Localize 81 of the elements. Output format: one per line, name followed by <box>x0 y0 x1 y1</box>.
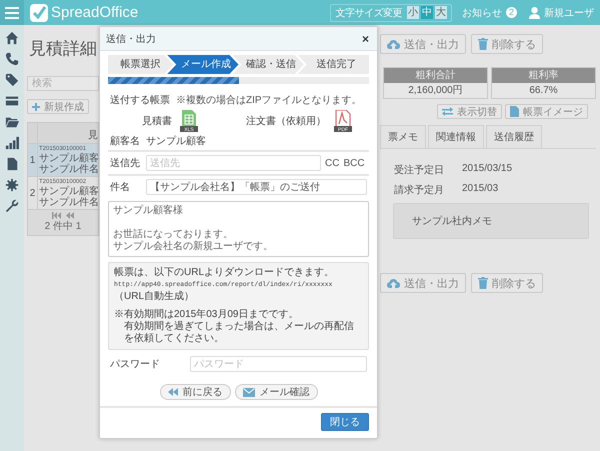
rewind-icon <box>168 388 178 396</box>
document-icon[interactable] <box>5 157 19 171</box>
swap-arrows-icon <box>442 107 453 116</box>
search-field[interactable]: 検索 <box>27 76 99 91</box>
close-button[interactable]: × <box>360 32 371 46</box>
wizard-step: メール作成 <box>167 55 238 74</box>
tab[interactable]: 送信履歴 <box>486 125 542 148</box>
logo-icon <box>30 4 48 22</box>
pager-text: 2 件中 1 <box>44 220 82 233</box>
field-label: 請求予定月 <box>394 184 445 197</box>
back-button[interactable]: 前に戻る <box>160 384 230 400</box>
logo-text: SpreadOffice <box>51 4 138 21</box>
row-number: 1 <box>28 144 38 176</box>
message-field[interactable]: サンプル顧客様 お世話になっております。 サンプル会社名の新規ユーザです。 <box>108 201 369 257</box>
wizard-step: 送信完了 <box>298 55 369 74</box>
font-size-option[interactable]: 中 <box>420 6 433 19</box>
tab[interactable]: 票メモ <box>380 125 426 148</box>
bcc-link[interactable]: BCC <box>343 158 365 168</box>
url-note: （URL自動生成） <box>114 291 194 303</box>
mail-confirm-button[interactable]: メール確認 <box>234 384 318 400</box>
field-label: 送信先 <box>110 156 141 170</box>
wizard-step: 確認・送信 <box>232 55 304 74</box>
cloud-upload-icon <box>387 278 400 288</box>
delete-button[interactable]: 削除する <box>471 34 543 54</box>
attachment-name: 注文書（依頼用） <box>246 114 326 128</box>
wizard-step: 帳票選択 <box>108 55 174 74</box>
bar-chart-icon[interactable] <box>5 136 19 150</box>
customer-name: サンプル顧客 <box>39 153 99 164</box>
field-label: 件名 <box>110 181 131 194</box>
envelope-icon <box>242 388 254 396</box>
field-label: パスワード <box>110 358 161 371</box>
settings-icon[interactable] <box>5 178 19 192</box>
subject-text: サンプル件名 <box>39 197 99 208</box>
phone-icon[interactable] <box>5 52 19 66</box>
subject-field[interactable]: 【サンプル会社名】「帳票」のご送付 <box>146 179 367 195</box>
dialog-title: 送信・出力 <box>106 32 156 46</box>
trash-icon <box>478 277 488 289</box>
card-icon[interactable] <box>5 94 19 108</box>
password-field[interactable]: パスワード <box>190 356 367 372</box>
plus-icon <box>32 102 40 110</box>
row-number: 2 <box>28 177 38 209</box>
expiry-note: 有効期間を過ぎてしまった場合は、メールの再配信を依頼してください。 <box>123 321 355 345</box>
home-icon[interactable] <box>5 31 19 45</box>
subject-text: サンプル件名 <box>39 164 99 175</box>
font-size-label: 文字サイズ変更 <box>335 6 402 20</box>
trash-icon <box>478 38 488 50</box>
column-header: 見 <box>87 129 98 143</box>
memo-box: サンプル社内メモ <box>393 203 589 239</box>
close-dialog-button[interactable]: 閉じる <box>321 413 369 431</box>
delete-button[interactable]: 削除する <box>471 273 543 293</box>
note-text: ※複数の場合はZIPファイルとなります。 <box>176 94 362 107</box>
field-label: 受注予定日 <box>394 164 445 177</box>
send-output-button[interactable]: 送信・出力 <box>380 273 466 293</box>
document-image-button[interactable]: 帳票イメージ <box>505 104 588 119</box>
attachment-name: 見積書 <box>142 114 172 128</box>
field-label: 顧客名 <box>110 134 141 148</box>
document-icon <box>510 106 519 117</box>
notice-text: 帳票は、以下のURLよりダウンロードできます。 <box>114 267 336 279</box>
display-toggle-button[interactable]: 表示切替 <box>437 104 502 119</box>
font-size-option[interactable]: 大 <box>434 6 447 19</box>
new-button[interactable]: 新規作成 <box>27 99 89 114</box>
user-icon <box>529 6 540 18</box>
cc-link[interactable]: CC <box>325 158 340 168</box>
wrench-icon[interactable] <box>5 199 19 213</box>
customer-value: サンプル顧客 <box>146 134 206 148</box>
field-value: 2015/03/15 <box>462 163 512 176</box>
table-header: 粗利合計 <box>384 68 487 83</box>
field-label: 送付する帳票 <box>110 94 170 107</box>
tab[interactable]: 関連情報 <box>428 125 484 148</box>
font-size-option[interactable]: 小 <box>406 6 419 19</box>
page-title: 見積詳細 <box>29 38 97 60</box>
tag-icon[interactable] <box>5 73 19 87</box>
notification-count: 2 <box>506 7 517 18</box>
table-header: 粗利率 <box>492 68 595 83</box>
folder-icon[interactable] <box>5 115 19 129</box>
send-output-button[interactable]: 送信・出力 <box>380 34 466 54</box>
expiry-text: ※有効期間は2015年03月09日までです。 <box>114 309 300 320</box>
recipient-field[interactable]: 送信先 <box>146 155 321 171</box>
customer-name: サンプル顧客 <box>39 186 99 197</box>
field-value: 2015/03 <box>462 183 498 196</box>
cloud-upload-icon <box>387 38 400 50</box>
